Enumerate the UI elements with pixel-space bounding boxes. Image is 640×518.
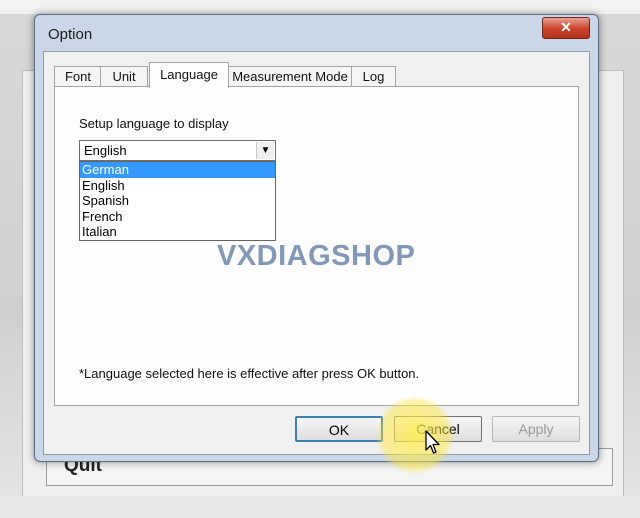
background-footer	[0, 496, 640, 518]
tab-font[interactable]: Font	[54, 66, 102, 87]
tab-unit[interactable]: Unit	[100, 66, 148, 87]
mouse-cursor-icon	[425, 430, 440, 454]
language-dropdown-list: German English Spanish French Italian	[79, 161, 276, 241]
ok-button[interactable]: OK	[295, 416, 383, 442]
language-combobox-value: English	[84, 143, 127, 158]
close-button[interactable]: ✕	[542, 17, 590, 39]
tab-language[interactable]: Language	[149, 62, 229, 88]
title-bar[interactable]: Option ✕	[35, 15, 598, 51]
option-dialog: Option ✕ Font Unit Language Measurement …	[34, 14, 599, 462]
window-title: Option	[48, 26, 93, 43]
background-top-strip	[0, 0, 640, 14]
setup-language-label: Setup language to display	[79, 116, 229, 131]
tab-measurement-mode[interactable]: Measurement Mode	[227, 66, 353, 87]
language-note: *Language selected here is effective aft…	[79, 366, 420, 381]
language-option-german[interactable]: German	[80, 162, 275, 178]
language-combobox[interactable]: English ▼	[79, 140, 276, 161]
language-option-spanish[interactable]: Spanish	[80, 193, 275, 209]
chevron-down-icon[interactable]: ▼	[256, 142, 274, 159]
apply-button[interactable]: Apply	[492, 416, 580, 442]
language-option-english[interactable]: English	[80, 178, 275, 194]
close-icon: ✕	[560, 19, 572, 35]
language-option-french[interactable]: French	[80, 209, 275, 225]
language-option-italian[interactable]: Italian	[80, 224, 275, 240]
watermark-logo: VXDIAGSHOP	[217, 240, 416, 272]
tab-log[interactable]: Log	[351, 66, 396, 87]
